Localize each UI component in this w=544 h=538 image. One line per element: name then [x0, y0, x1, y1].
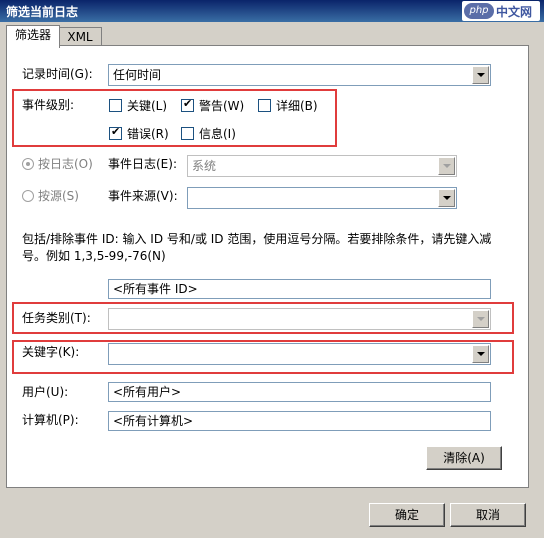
keywords-combo[interactable] [108, 343, 491, 365]
verbose-checkbox[interactable] [258, 99, 271, 112]
computer-label: 计算机(P): [22, 413, 79, 427]
information-checkbox[interactable] [181, 127, 194, 140]
verbose-label: 详细(B) [276, 99, 318, 113]
event-id-value: <所有事件 ID> [113, 282, 198, 296]
computer-input[interactable]: <所有计算机> [108, 411, 491, 431]
clear-button-label: 清除(A) [443, 451, 485, 465]
logo-mark: php [464, 3, 494, 19]
information-label: 信息(I) [199, 127, 236, 141]
chevron-down-icon[interactable] [472, 310, 489, 328]
ok-button-label: 确定 [394, 508, 419, 522]
tab-xml-label: XML [67, 30, 93, 44]
tab-filter[interactable]: 筛选器 [6, 25, 60, 48]
event-id-input[interactable]: <所有事件 ID> [108, 279, 491, 299]
user-input[interactable]: <所有用户> [108, 382, 491, 402]
ok-button[interactable]: 确定 [369, 503, 445, 527]
cancel-button[interactable]: 取消 [450, 503, 526, 527]
event-id-help: 包括/排除事件 ID: 输入 ID 号和/或 ID 范围，使用逗号分隔。若要排除… [22, 232, 492, 263]
chevron-down-icon[interactable] [438, 189, 455, 207]
critical-checkbox[interactable] [109, 99, 122, 112]
chevron-down-icon[interactable] [438, 157, 455, 175]
user-value: <所有用户> [113, 385, 182, 399]
cancel-button-label: 取消 [475, 508, 500, 522]
window-title: 筛选当前日志 [6, 5, 79, 19]
chevron-down-icon[interactable] [472, 66, 489, 84]
user-label: 用户(U): [22, 385, 69, 399]
logo-text: 中文网 [496, 5, 533, 19]
logged-value: 任何时间 [113, 68, 162, 82]
event-sources-combo[interactable] [187, 187, 457, 209]
chevron-down-icon[interactable] [472, 345, 489, 363]
warning-label: 警告(W) [199, 99, 245, 113]
event-logs-combo[interactable]: 系统 [187, 155, 457, 177]
task-category-label: 任务类别(T): [22, 311, 91, 325]
tab-filter-label: 筛选器 [14, 28, 51, 42]
keywords-label: 关键字(K): [22, 345, 80, 359]
watermark-logo: php 中文网 [462, 1, 540, 21]
computer-value: <所有计算机> [113, 414, 194, 428]
by-source-label: 按源(S) [38, 189, 79, 203]
event-sources-label: 事件来源(V): [108, 189, 178, 203]
by-log-label: 按日志(O) [38, 157, 93, 171]
title-bar: 筛选当前日志 php 中文网 [0, 0, 544, 22]
clear-button[interactable]: 清除(A) [426, 446, 502, 470]
error-checkbox[interactable] [109, 125, 122, 140]
task-category-combo[interactable] [108, 308, 491, 330]
event-logs-value: 系统 [192, 159, 217, 173]
critical-label: 关键(L) [127, 99, 168, 113]
warning-checkbox[interactable] [181, 97, 194, 112]
logged-label: 记录时间(G): [22, 67, 93, 81]
event-logs-label: 事件日志(E): [108, 157, 177, 171]
logged-combo[interactable]: 任何时间 [108, 64, 491, 86]
by-log-radio[interactable] [22, 158, 34, 170]
by-source-radio[interactable] [22, 190, 34, 202]
event-level-label: 事件级别: [22, 98, 75, 112]
error-label: 错误(R) [127, 127, 169, 141]
